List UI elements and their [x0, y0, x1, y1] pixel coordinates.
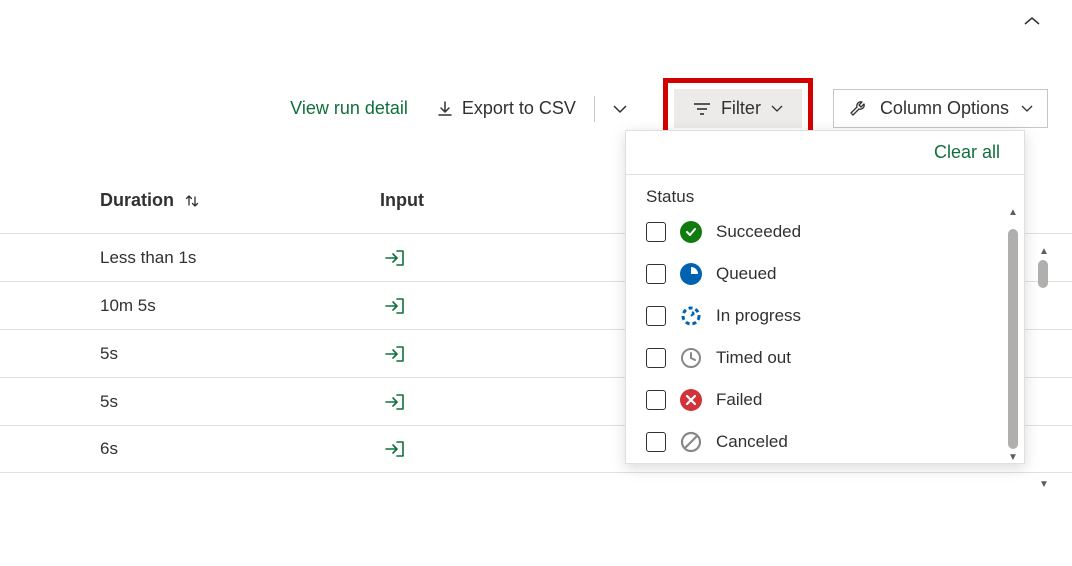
duration-cell: 5s — [0, 344, 300, 364]
chevron-down-icon — [771, 105, 783, 113]
filter-panel: Clear all Status Succeeded Queued — [625, 130, 1025, 464]
export-csv-label: Export to CSV — [462, 98, 576, 119]
checkbox[interactable] — [646, 222, 666, 242]
status-option-timedout[interactable]: Timed out — [646, 347, 1004, 369]
status-label: In progress — [716, 306, 801, 326]
queued-icon — [680, 263, 702, 285]
status-option-inprogress[interactable]: In progress — [646, 305, 1004, 327]
scroll-up-icon: ▲ — [1008, 207, 1018, 218]
input-link[interactable] — [380, 436, 410, 462]
scrollbar-thumb[interactable] — [1038, 260, 1048, 288]
input-link[interactable] — [380, 341, 410, 367]
status-list: Succeeded Queued In progress — [646, 221, 1004, 453]
collapse-toggle[interactable] — [1016, 10, 1048, 32]
enter-icon — [384, 297, 406, 315]
chevron-up-icon — [1024, 16, 1040, 26]
checkbox[interactable] — [646, 390, 666, 410]
duration-cell: 5s — [0, 392, 300, 412]
panel-header: Clear all — [626, 131, 1024, 175]
sort-icon — [184, 193, 200, 209]
filter-button[interactable]: Filter — [674, 89, 802, 128]
status-label: Canceled — [716, 432, 788, 452]
canceled-icon — [680, 431, 702, 453]
status-section-label: Status — [646, 187, 1004, 207]
column-header-duration[interactable]: Duration — [0, 190, 300, 211]
input-link[interactable] — [380, 389, 410, 415]
panel-scrollbar[interactable]: ▲ ▼ — [1008, 215, 1018, 455]
clear-all-button[interactable]: Clear all — [928, 141, 1006, 164]
filter-icon — [693, 102, 711, 116]
checkbox[interactable] — [646, 348, 666, 368]
export-dropdown-button[interactable] — [605, 98, 635, 120]
status-option-succeeded[interactable]: Succeeded — [646, 221, 1004, 243]
outer-scrollbar[interactable]: ▲ ▼ — [1038, 248, 1050, 488]
succeeded-icon — [680, 221, 702, 243]
failed-icon — [680, 389, 702, 411]
enter-icon — [384, 393, 406, 411]
timedout-icon — [680, 347, 702, 369]
export-group: Export to CSV — [428, 92, 635, 125]
input-header-label: Input — [380, 190, 424, 211]
input-link[interactable] — [380, 245, 410, 271]
status-label: Succeeded — [716, 222, 801, 242]
scrollbar-thumb[interactable] — [1008, 229, 1018, 449]
inprogress-icon — [680, 305, 702, 327]
panel-body: Status Succeeded Queued — [626, 175, 1024, 463]
checkbox[interactable] — [646, 306, 666, 326]
status-option-canceled[interactable]: Canceled — [646, 431, 1004, 453]
status-label: Failed — [716, 390, 762, 410]
export-csv-button[interactable]: Export to CSV — [428, 92, 584, 125]
duration-cell: 6s — [0, 439, 300, 459]
column-options-button[interactable]: Column Options — [833, 89, 1048, 128]
wrench-icon — [848, 99, 868, 119]
status-label: Timed out — [716, 348, 791, 368]
checkbox[interactable] — [646, 432, 666, 452]
checkbox[interactable] — [646, 264, 666, 284]
enter-icon — [384, 345, 406, 363]
duration-cell: 10m 5s — [0, 296, 300, 316]
scroll-down-icon: ▼ — [1008, 452, 1018, 463]
chevron-down-icon — [1021, 105, 1033, 113]
enter-icon — [384, 440, 406, 458]
filter-label: Filter — [721, 98, 761, 119]
status-option-queued[interactable]: Queued — [646, 263, 1004, 285]
duration-cell: Less than 1s — [0, 248, 300, 268]
column-options-label: Column Options — [880, 98, 1009, 119]
divider — [594, 96, 595, 122]
scroll-up-icon: ▲ — [1039, 246, 1049, 257]
enter-icon — [384, 249, 406, 267]
download-icon — [436, 100, 454, 118]
column-header-input[interactable]: Input — [300, 190, 620, 211]
status-label: Queued — [716, 264, 777, 284]
duration-header-label: Duration — [100, 190, 174, 211]
scroll-down-icon: ▼ — [1039, 479, 1049, 490]
input-link[interactable] — [380, 293, 410, 319]
view-run-detail-link[interactable]: View run detail — [280, 92, 418, 125]
status-option-failed[interactable]: Failed — [646, 389, 1004, 411]
chevron-down-icon — [613, 104, 627, 114]
